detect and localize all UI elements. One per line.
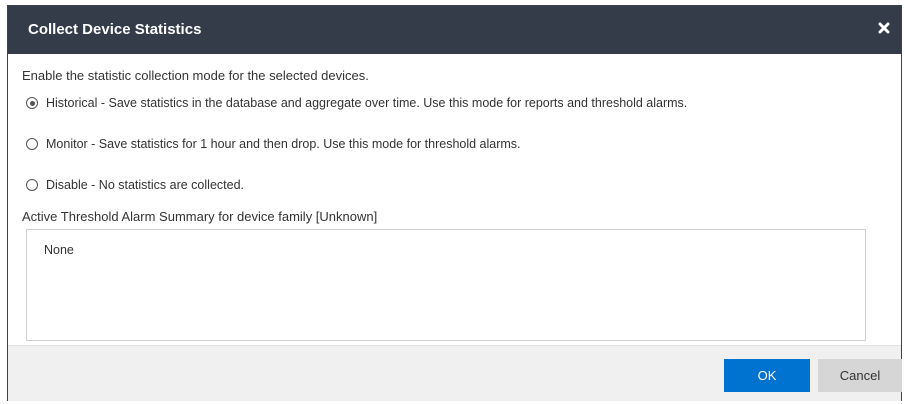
dialog-footer: OK Cancel xyxy=(8,345,902,401)
radio-historical[interactable] xyxy=(26,97,38,109)
intro-text: Enable the statistic collection mode for… xyxy=(22,68,369,83)
dialog-titlebar: Collect Device Statistics xyxy=(8,6,901,54)
close-icon-graphic xyxy=(878,22,890,34)
close-icon[interactable] xyxy=(874,18,894,38)
mode-option-historical[interactable]: Historical - Save statistics in the data… xyxy=(26,96,687,110)
radio-disable-label: Disable - No statistics are collected. xyxy=(46,178,244,192)
alarm-summary-text: None xyxy=(44,243,74,257)
ok-button[interactable]: OK xyxy=(724,359,810,392)
radio-monitor-label: Monitor - Save statistics for 1 hour and… xyxy=(46,137,521,151)
dialog-title: Collect Device Statistics xyxy=(28,21,202,38)
cancel-button[interactable]: Cancel xyxy=(818,359,902,392)
mode-option-disable[interactable]: Disable - No statistics are collected. xyxy=(26,178,244,192)
radio-monitor[interactable] xyxy=(26,138,38,150)
mode-option-monitor[interactable]: Monitor - Save statistics for 1 hour and… xyxy=(26,137,521,151)
alarm-summary-box[interactable]: None xyxy=(26,229,866,341)
collect-device-statistics-dialog: Collect Device Statistics Enable the sta… xyxy=(7,5,902,401)
radio-historical-label: Historical - Save statistics in the data… xyxy=(46,96,688,110)
radio-disable[interactable] xyxy=(26,179,38,191)
dialog-body: Enable the statistic collection mode for… xyxy=(8,54,901,345)
alarm-summary-label: Active Threshold Alarm Summary for devic… xyxy=(22,209,378,224)
